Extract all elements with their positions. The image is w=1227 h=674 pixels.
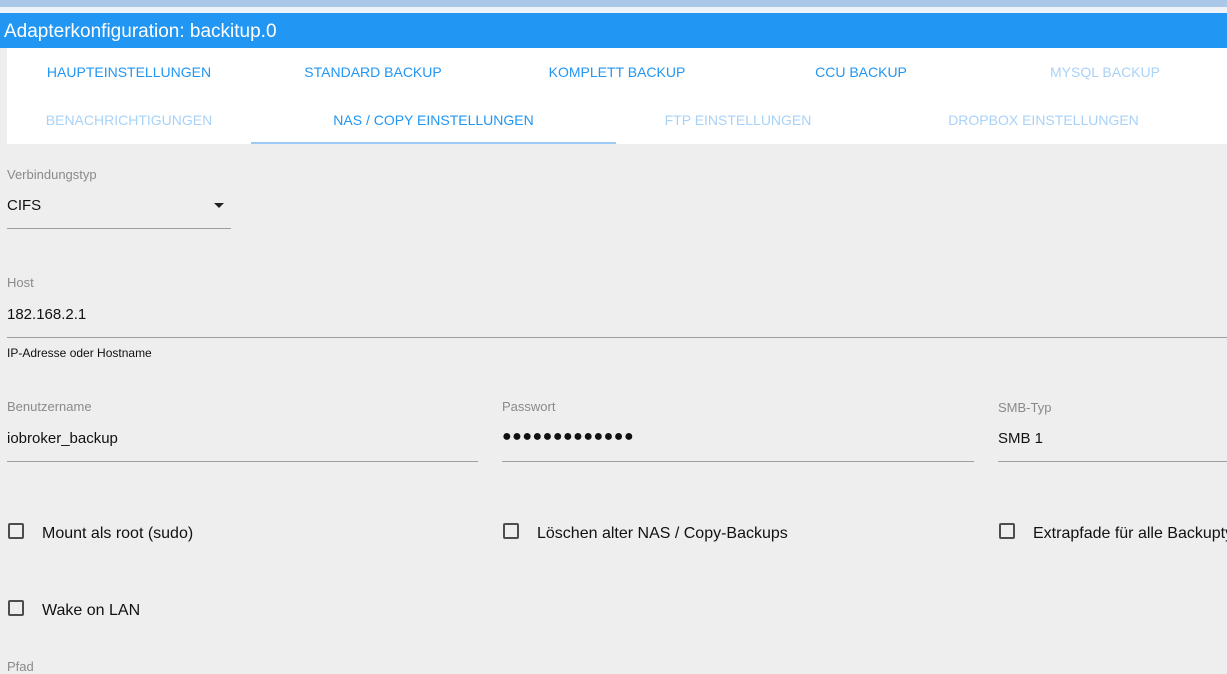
tab-haupteinstellungen[interactable]: HAUPTEINSTELLUNGEN [7,48,251,96]
mount-as-root-checkbox[interactable] [8,523,24,539]
username-label: Benutzername [7,399,92,414]
window-top-strip [0,0,1227,7]
connection-type-underline [7,228,231,229]
smb-type-value: SMB 1 [998,430,1044,447]
smb-type-underline [998,461,1227,462]
username-input[interactable]: iobroker_backup [7,422,478,462]
password-underline [502,461,974,462]
delete-old-backups-checkbox[interactable] [503,523,519,539]
active-tab-indicator [251,142,616,144]
host-value: 182.168.2.1 [7,306,87,323]
dialog-title: Adapterkonfiguration: backitup.0 [0,13,1227,48]
delete-old-backups-label[interactable]: Löschen alter NAS / Copy-Backups [537,525,788,543]
host-label: Host [7,275,34,290]
smb-type-label: SMB-Typ [998,400,1052,415]
mount-as-root-label[interactable]: Mount als root (sudo) [42,525,193,543]
tab-nas-copy-einstellungen[interactable]: NAS / COPY EINSTELLUNGEN [251,96,616,144]
extra-paths-label[interactable]: Extrapfade für alle Backupty [1033,525,1227,543]
username-value: iobroker_backup [7,430,118,447]
tab-mysql-backup[interactable]: MYSQL BACKUP [983,48,1227,96]
extra-paths-checkbox[interactable] [999,523,1015,539]
wake-on-lan-checkbox[interactable] [8,600,24,616]
host-underline [7,337,1227,338]
tab-ftp-einstellungen[interactable]: FTP EINSTELLUNGEN [616,96,860,144]
wake-on-lan-label[interactable]: Wake on LAN [42,602,140,620]
tab-bar: HAUPTEINSTELLUNGEN STANDARD BACKUP KOMPL… [7,48,1227,144]
tab-benachrichtigungen[interactable]: BENACHRICHTIGUNGEN [7,96,251,144]
connection-type-label: Verbindungstyp [7,167,97,182]
host-helper-text: IP-Adresse oder Hostname [7,346,152,360]
host-input[interactable]: 182.168.2.1 [7,298,1227,338]
password-value: ●●●●●●●●●●●●● [502,428,635,445]
connection-type-value: CIFS [7,197,42,214]
tab-dropbox-einstellungen[interactable]: DROPBOX EINSTELLUNGEN [860,96,1227,144]
connection-type-select[interactable]: CIFS [7,190,231,229]
username-underline [7,461,478,462]
tab-standard-backup[interactable]: STANDARD BACKUP [251,48,495,96]
dropdown-arrow-icon [214,203,224,208]
path-label: Pfad [7,659,34,674]
tab-ccu-backup[interactable]: CCU BACKUP [739,48,983,96]
tab-komplett-backup[interactable]: KOMPLETT BACKUP [495,48,739,96]
password-input[interactable]: ●●●●●●●●●●●●● [502,422,974,462]
smb-type-select[interactable]: SMB 1 [998,422,1227,462]
password-label: Passwort [502,399,556,414]
